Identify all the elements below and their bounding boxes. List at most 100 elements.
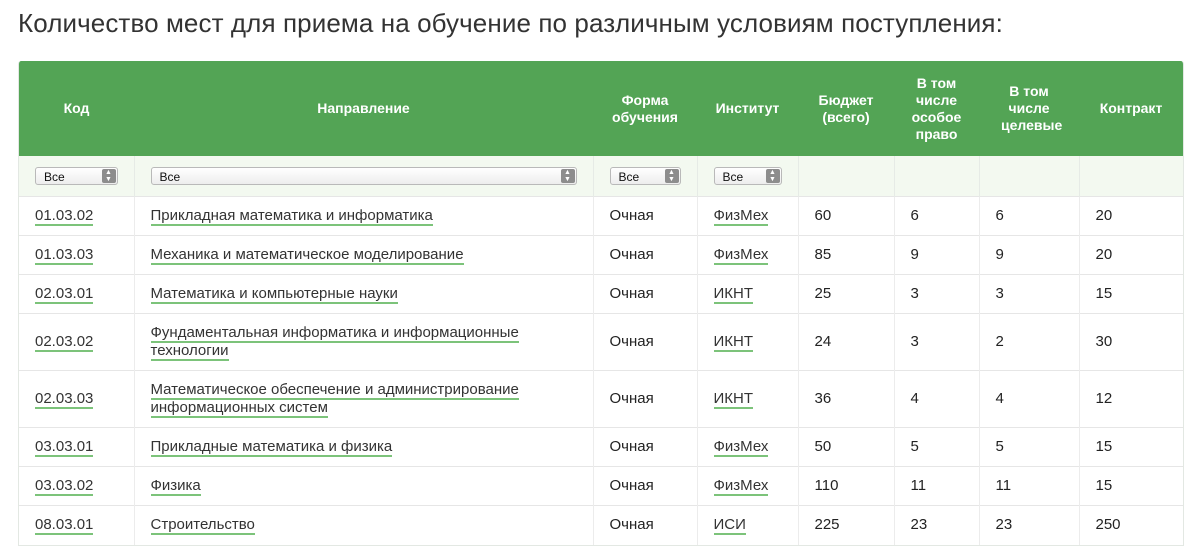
study-form-cell: Очная [609,246,654,263]
cell-direction: Математика и компьютерные науки [134,274,594,314]
cell-code: 02.03.01 [19,274,135,314]
cell-code: 03.03.02 [19,466,135,506]
cell-direction: Строительство [134,505,594,545]
cell-contract: 250 [1079,505,1183,545]
filter-row: Все ▲ ▼ Все ▲ ▼ Все ▲ ▼ Все ▲ ▼ [19,156,1183,197]
cell-institute: ФизМех [697,235,799,275]
program-direction-link[interactable]: Математическое обеспечение и администрир… [150,381,519,418]
target-cell: 4 [995,390,1004,407]
column-header-institute[interactable]: Институт [697,61,798,156]
study-form-cell: Очная [609,390,654,407]
contract-cell: 15 [1095,438,1113,455]
filter-direction-select[interactable]: Все ▲ ▼ [150,167,577,185]
institute-link[interactable]: ИКНТ [713,333,754,352]
study-form-cell: Очная [609,438,654,455]
admission-table: Код Направление Форма обучения Институт … [19,61,1183,545]
table-row: 03.03.02 Физика Очная ФизМех 110 11 11 15 [19,466,1183,506]
column-header-code[interactable]: Код [19,61,134,156]
cell-institute: ИКНТ [697,313,799,371]
filter-code-select[interactable]: Все ▲ ▼ [35,167,118,185]
filter-empty-cell [798,156,895,197]
program-direction-link[interactable]: Прикладные математика и физика [150,438,393,457]
budget-cell: 25 [814,285,832,302]
budget-cell: 24 [814,333,832,350]
special-right-cell: 4 [910,390,919,407]
chevron-updown-icon: ▲ ▼ [101,169,116,183]
program-code-link[interactable]: 01.03.02 [35,207,94,226]
cell-target: 5 [979,427,1080,467]
cell-institute: ИКНТ [697,274,799,314]
target-cell: 11 [995,477,1012,494]
program-code-link[interactable]: 02.03.01 [35,285,94,304]
target-cell: 9 [995,246,1004,263]
filter-institute-value: Все [722,170,744,184]
cell-target: 23 [979,505,1080,545]
cell-special: 5 [894,427,980,467]
institute-link[interactable]: ИКНТ [713,285,754,304]
cell-budget: 225 [798,505,895,545]
program-direction-link[interactable]: Механика и математическое моделирование [150,246,464,265]
cell-form: Очная [593,427,698,467]
cell-contract: 12 [1079,370,1183,428]
table-row: 02.03.03 Математическое обеспечение и адм… [19,370,1183,428]
column-header-form[interactable]: Форма обучения [593,61,697,156]
program-direction-link[interactable]: Физика [150,477,201,496]
target-cell: 3 [995,285,1004,302]
institute-link[interactable]: ФизМех [713,477,769,496]
budget-cell: 50 [814,438,832,455]
program-direction-link[interactable]: Математика и компьютерные науки [150,285,398,304]
cell-contract: 20 [1079,196,1183,236]
column-header-budget[interactable]: Бюджет (всего) [798,61,894,156]
program-direction-link[interactable]: Строительство [150,516,255,536]
page-title: Количество мест для приема на обучение п… [18,8,1003,38]
cell-target: 2 [979,313,1080,371]
cell-contract: 15 [1079,466,1183,506]
budget-cell: 225 [814,516,840,534]
institute-link[interactable]: ФизМех [713,207,769,226]
column-header-special[interactable]: В том числе особое право [894,61,979,156]
filter-empty-cell [1079,156,1183,197]
cell-special: 9 [894,235,980,275]
column-header-direction[interactable]: Направление [134,61,593,156]
table-row: 02.03.02 Фундаментальная информатика и ин… [19,313,1183,371]
cell-budget: 36 [798,370,895,428]
cell-contract: 30 [1079,313,1183,371]
institute-link[interactable]: ИСИ [713,516,746,536]
filter-form-select[interactable]: Все ▲ ▼ [609,167,681,185]
institute-link[interactable]: ФизМех [713,438,769,457]
program-code-link[interactable]: 03.03.02 [35,477,94,496]
filter-code-value: Все [44,170,65,184]
institute-link[interactable]: ФизМех [713,246,769,265]
contract-cell: 12 [1095,390,1113,407]
budget-cell: 85 [814,246,832,263]
program-code-link[interactable]: 01.03.03 [35,246,94,265]
cell-institute: ФизМех [697,466,799,506]
contract-cell: 20 [1095,246,1113,263]
program-code-link[interactable]: 02.03.03 [35,390,94,409]
contract-cell: 30 [1095,333,1113,350]
institute-link[interactable]: ИКНТ [713,390,754,409]
program-code-link[interactable]: 03.03.01 [35,438,94,457]
column-header-contract[interactable]: Контракт [1079,61,1183,156]
program-code-link[interactable]: 02.03.02 [35,333,94,352]
table-row: 03.03.01 Прикладные математика и физика Оч… [19,427,1183,467]
budget-cell: 36 [814,390,832,407]
cell-code: 08.03.01 [19,505,135,545]
cell-special: 23 [894,505,980,545]
cell-code: 01.03.02 [19,196,135,236]
cell-direction: Прикладные математика и физика [134,427,594,467]
target-cell: 6 [995,207,1004,224]
program-code-link[interactable]: 08.03.01 [35,516,94,536]
cell-budget: 85 [798,235,895,275]
chevron-updown-icon: ▲ ▼ [765,169,780,183]
cell-target: 6 [979,196,1080,236]
cell-target: 3 [979,274,1080,314]
target-cell: 2 [995,333,1004,350]
column-header-target[interactable]: В том числе целевые [979,61,1079,156]
filter-institute-select[interactable]: Все ▲ ▼ [713,167,782,185]
table-header: Код Направление Форма обучения Институт … [19,61,1183,156]
program-direction-link[interactable]: Фундаментальная информатика и информацио… [150,324,519,361]
program-direction-link[interactable]: Прикладная математика и информатика [150,207,433,226]
special-right-cell: 11 [910,477,927,494]
cell-code: 02.03.03 [19,370,135,428]
